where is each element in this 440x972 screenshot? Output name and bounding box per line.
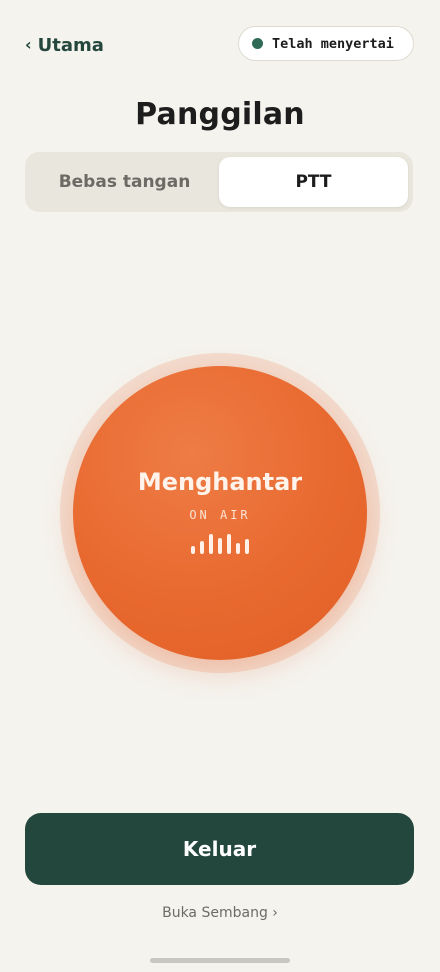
tab-bebas-tangan[interactable]: Bebas tangan [30,157,219,207]
level-bar [245,539,249,554]
leave-button[interactable]: Keluar [25,813,414,885]
ptt-button[interactable]: Menghantar ON AIR [73,366,367,660]
call-screen: ‹ Utama Telah menyertai Panggilan Bebas … [0,0,440,972]
level-bar [209,534,213,554]
audio-level-icon [191,534,249,554]
level-bar [218,538,222,554]
back-button[interactable]: ‹ Utama [25,33,104,57]
home-indicator[interactable] [150,958,290,963]
page-title: Panggilan [135,97,305,132]
chevron-left-icon: ‹ [25,35,32,54]
level-bar [236,543,240,554]
tab-ptt[interactable]: PTT [219,157,408,207]
ptt-label: Menghantar [137,468,303,496]
back-label: Utama [37,34,104,56]
level-bar [227,534,231,554]
mode-segmented-control: Bebas tangan PTT [25,152,413,212]
status-label: Telah menyertai [272,35,394,52]
open-chat-link[interactable]: Buka Sembang › [0,905,440,921]
status-dot-icon [252,38,263,49]
level-bar [200,541,204,554]
chevron-right-icon: › [272,905,278,921]
status-badge: Telah menyertai [238,26,414,61]
open-chat-label: Buka Sembang [162,905,268,921]
ptt-on-air-label: ON AIR [189,508,251,522]
level-bar [191,546,195,554]
